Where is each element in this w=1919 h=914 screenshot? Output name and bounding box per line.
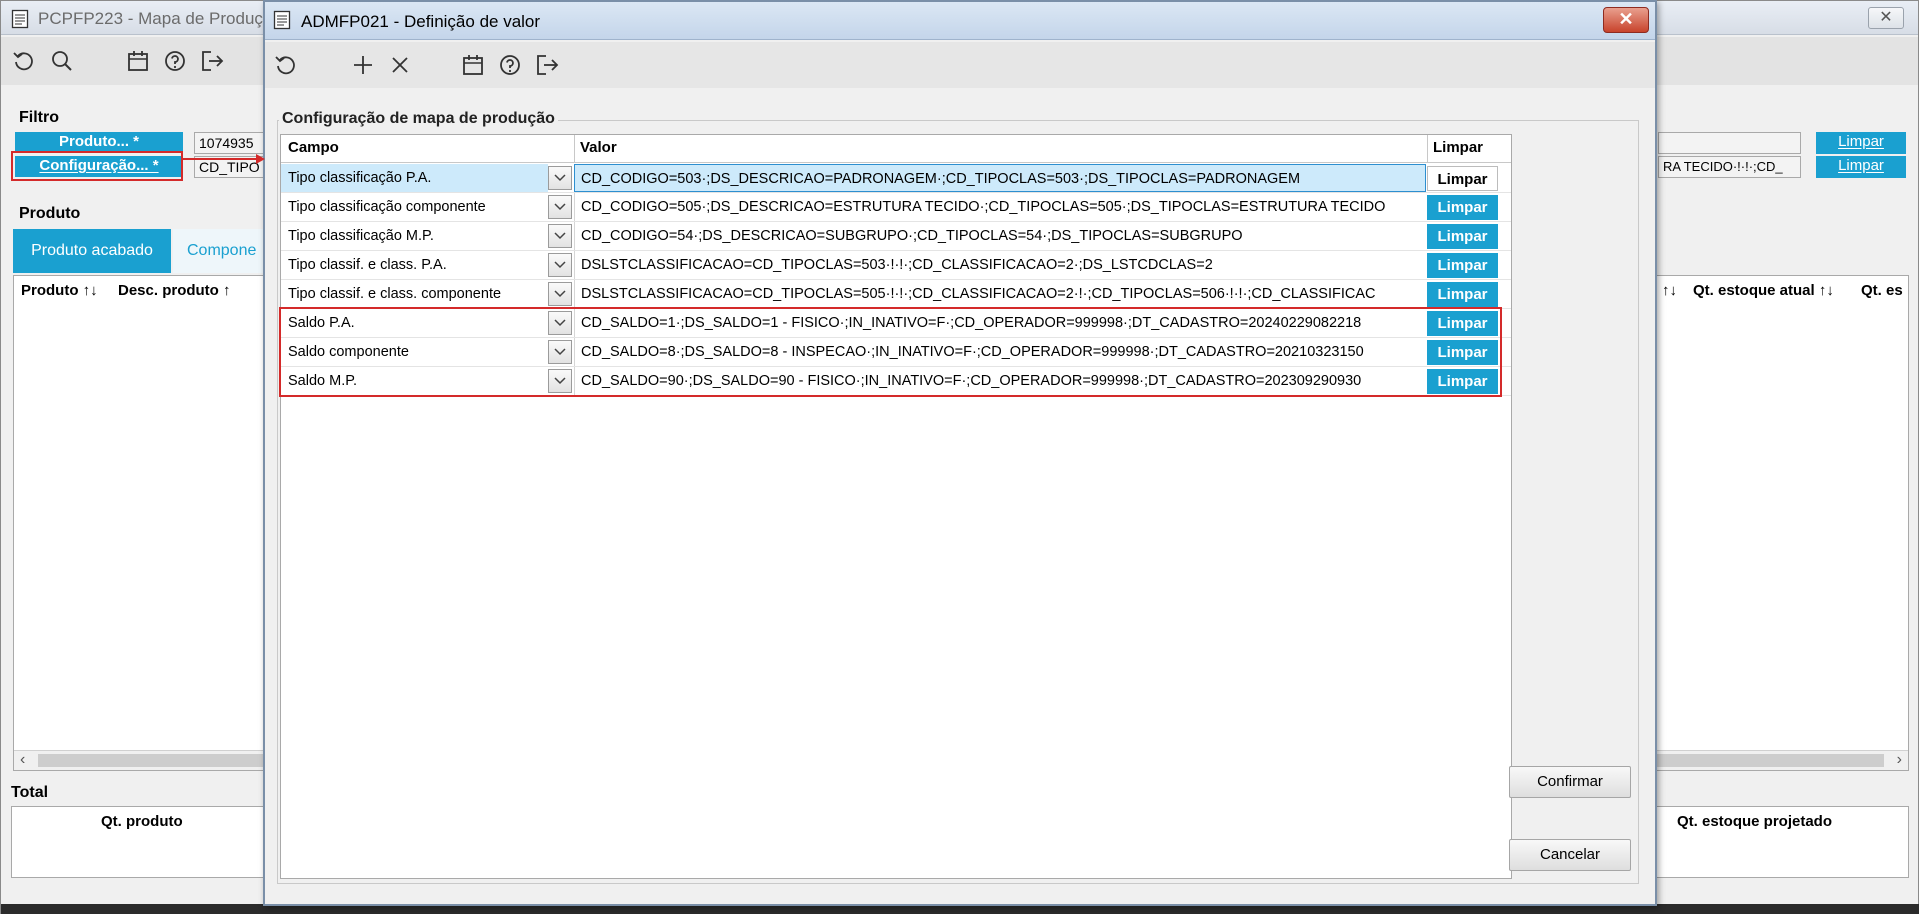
tab-componente[interactable]: Compone <box>173 229 273 273</box>
document-icon <box>11 9 29 33</box>
table-row[interactable]: Tipo classificação P.A. CD_CODIGO=503·;D… <box>281 164 1511 193</box>
definicao-de-valor-dialog: ADMFP021 - Definição de valor ✕ Configur… <box>263 0 1657 906</box>
campo-cell: Tipo classif. e class. P.A. <box>288 257 447 273</box>
col-desc-produto[interactable]: Desc. produto ↑ <box>118 282 231 299</box>
limpar-button[interactable]: Limpar <box>1427 253 1498 278</box>
chevron-down-icon[interactable] <box>548 166 572 190</box>
col-valor: Valor <box>580 139 617 156</box>
search-icon[interactable] <box>47 46 77 76</box>
config-group-title: Configuração de mapa de produção <box>279 110 558 128</box>
limpar-button[interactable]: Limpar <box>1427 166 1498 191</box>
table-row[interactable]: Tipo classif. e class. P.A. DSLSTCLASSIF… <box>281 251 1511 280</box>
help-icon[interactable] <box>160 46 190 76</box>
produto-field[interactable]: 1074935 <box>194 132 266 154</box>
calendar-icon[interactable] <box>123 46 153 76</box>
calendar-icon[interactable] <box>458 50 488 80</box>
limpar-button[interactable]: Limpar <box>1427 224 1498 249</box>
valor-cell[interactable]: CD_CODIGO=505·;DS_DESCRICAO=ESTRUTURA TE… <box>574 193 1426 221</box>
refresh-icon[interactable] <box>271 50 301 80</box>
scroll-left-icon[interactable]: ‹ <box>20 751 25 769</box>
produto-button[interactable]: Produto... * <box>15 132 183 153</box>
chevron-down-icon[interactable] <box>548 195 572 219</box>
help-icon[interactable] <box>495 50 525 80</box>
document-icon <box>273 10 291 34</box>
highlight-arrow-icon <box>182 154 265 164</box>
table-header: Campo Valor Limpar <box>281 135 1511 163</box>
limpar-configuracao-button[interactable]: Limpar <box>1816 156 1906 178</box>
valor-cell[interactable]: CD_CODIGO=54·;DS_DESCRICAO=SUBGRUPO·;CD_… <box>574 222 1426 250</box>
col-qt-estoque-projetado: Qt. estoque projetado <box>1677 813 1833 830</box>
col-qt-produto: Qt. produto <box>101 813 183 830</box>
produto-section-label: Produto <box>19 205 81 222</box>
exit-icon[interactable] <box>532 50 562 80</box>
col-produto[interactable]: Produto ↑↓ <box>21 282 98 299</box>
chevron-down-icon[interactable] <box>548 282 572 306</box>
limpar-button[interactable]: Limpar <box>1427 195 1498 220</box>
dialog-toolbar <box>265 42 1655 88</box>
chevron-down-icon[interactable] <box>548 253 572 277</box>
valor-cell[interactable]: DSLSTCLASSIFICACAO=CD_TIPOCLAS=503·!·!·;… <box>574 251 1426 279</box>
tab-produto-acabado[interactable]: Produto acabado <box>13 229 171 273</box>
campo-cell: Tipo classificação M.P. <box>288 228 434 244</box>
table-row[interactable]: Tipo classif. e class. componente DSLSTC… <box>281 280 1511 309</box>
valor-cell[interactable]: DSLSTCLASSIFICACAO=CD_TIPOCLAS=505·!·!·;… <box>574 280 1426 308</box>
add-icon[interactable] <box>348 50 378 80</box>
valor-table: Campo Valor Limpar Tipo classificação P.… <box>279 134 1512 879</box>
campo-cell: Tipo classificação P.A. <box>281 164 548 192</box>
dialog-title-bar: ADMFP021 - Definição de valor ✕ <box>265 2 1655 40</box>
confirmar-button[interactable]: Confirmar <box>1509 766 1631 798</box>
col-sort-indicator[interactable]: ↑↓ <box>1662 282 1677 299</box>
delete-icon[interactable] <box>385 50 415 80</box>
col-limpar: Limpar <box>1433 139 1484 156</box>
refresh-icon[interactable] <box>9 46 39 76</box>
valor-cell[interactable]: CD_CODIGO=503·;DS_DESCRICAO=PADRONAGEM·;… <box>574 164 1426 192</box>
cancelar-button[interactable]: Cancelar <box>1509 839 1631 871</box>
limpar-produto-button[interactable]: Limpar <box>1816 132 1906 154</box>
limpar-button[interactable]: Limpar <box>1427 282 1498 307</box>
table-row[interactable]: Tipo classificação M.P. CD_CODIGO=54·;DS… <box>281 222 1511 251</box>
filtro-label: Filtro <box>19 109 59 126</box>
campo-cell: Tipo classificação componente <box>288 199 486 215</box>
dialog-title: ADMFP021 - Definição de valor <box>301 12 541 31</box>
highlight-frame-configuracao <box>11 151 183 181</box>
col-qt-estoque-atual[interactable]: Qt. estoque atual ↑↓ <box>1693 282 1834 299</box>
col-campo: Campo <box>288 139 339 156</box>
column-divider <box>574 135 575 163</box>
column-divider <box>1427 135 1428 163</box>
produto-desc-field <box>1658 132 1801 154</box>
scroll-right-icon[interactable]: › <box>1897 751 1902 769</box>
total-section-label: Total <box>11 784 49 801</box>
bg-close-button[interactable]: ✕ <box>1868 7 1904 29</box>
chevron-down-icon[interactable] <box>548 224 572 248</box>
table-row[interactable]: Tipo classificação componente CD_CODIGO=… <box>281 193 1511 222</box>
bg-window-title: PCPFP223 - Mapa de Produç <box>38 9 263 28</box>
campo-cell: Tipo classif. e class. componente <box>288 286 502 302</box>
dialog-close-button[interactable]: ✕ <box>1603 7 1649 33</box>
highlight-frame-saldo-rows <box>279 307 1502 397</box>
col-qt-es[interactable]: Qt. es <box>1861 282 1903 299</box>
exit-icon[interactable] <box>197 46 227 76</box>
configuracao-desc-field: RA TECIDO·!·!·;CD_ <box>1658 156 1801 178</box>
